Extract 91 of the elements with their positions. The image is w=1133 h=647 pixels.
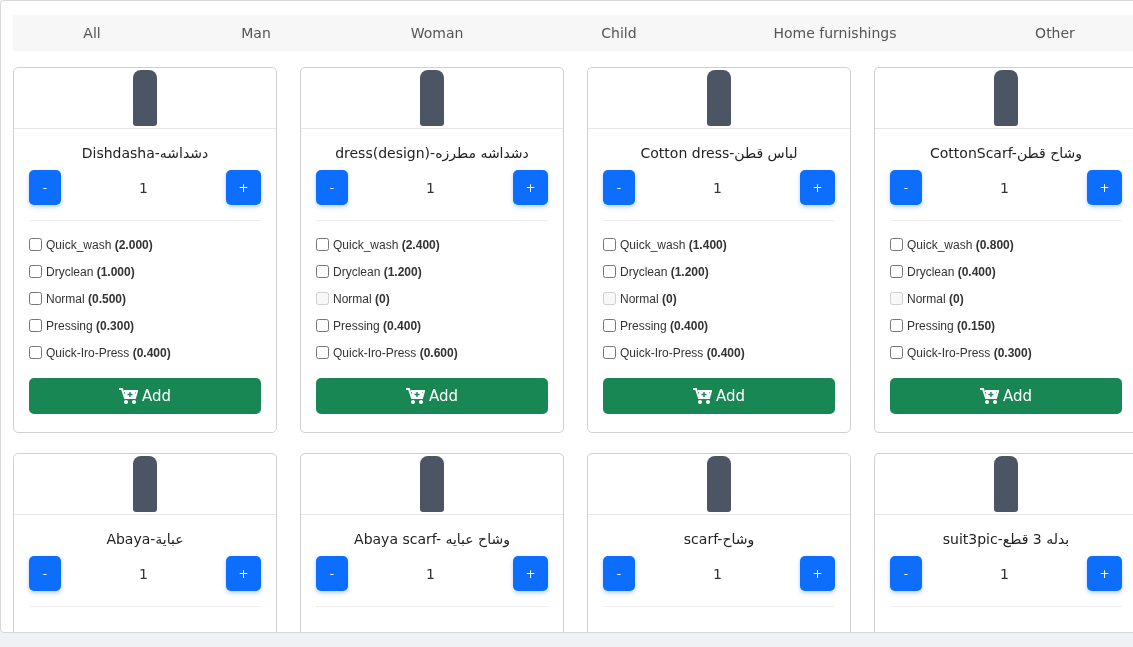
- increase-button[interactable]: +: [800, 556, 835, 591]
- cart-icon: [979, 387, 999, 405]
- decrease-button[interactable]: -: [890, 170, 922, 205]
- service-checkbox[interactable]: [603, 265, 616, 278]
- photo-placeholder: [420, 456, 444, 512]
- service-label: Dryclean (0.400): [907, 264, 996, 279]
- increase-button[interactable]: +: [513, 170, 548, 205]
- decrease-button[interactable]: -: [316, 556, 348, 591]
- cart-icon: [405, 387, 425, 405]
- service-label: Quick-Iro-Press (0.400): [46, 345, 171, 360]
- category-tab[interactable]: Man: [171, 25, 341, 41]
- service-label: Pressing (0.400): [333, 318, 422, 333]
- quantity-value: 1: [1000, 565, 1009, 582]
- product-title: suit3pic-بدله 3 قطع: [941, 531, 1071, 550]
- category-tab[interactable]: Child: [533, 25, 705, 41]
- quantity-value: 1: [1000, 179, 1009, 196]
- product-title: Cotton dress-لباس قطن: [639, 145, 799, 164]
- increase-button[interactable]: +: [513, 556, 548, 591]
- add-button[interactable]: Add: [603, 378, 835, 414]
- quantity-value: 1: [139, 179, 148, 196]
- service-label: Pressing (0.400): [620, 318, 709, 333]
- service-label: Quick-Iro-Press (0.400): [620, 345, 745, 360]
- decrease-button[interactable]: -: [890, 556, 922, 591]
- service-checkbox[interactable]: [890, 265, 903, 278]
- photo-placeholder: [133, 70, 157, 126]
- service-label: Normal (0): [620, 291, 677, 306]
- service-checkbox[interactable]: [29, 346, 42, 359]
- service-label: Dryclean (1.200): [333, 264, 422, 279]
- product-title: Abaya-عباية: [105, 531, 185, 549]
- product-title: CottonScarf-وشاح قطن: [929, 145, 1083, 164]
- photo-placeholder: [707, 456, 731, 512]
- service-label: Pressing (0.150): [907, 318, 996, 333]
- category-tab[interactable]: All: [13, 25, 171, 41]
- photo-placeholder: [994, 70, 1018, 126]
- product-title: dress(design)-دشداشه مطرزه: [334, 145, 530, 164]
- service-label: Quick_wash (0.800): [907, 237, 1014, 252]
- service-label: Dryclean (1.200): [620, 264, 709, 279]
- service-checkbox[interactable]: [890, 346, 903, 359]
- category-tab[interactable]: Home furnishings: [705, 25, 965, 41]
- product-title: Abaya scarf- وشاح عبايه: [353, 531, 511, 550]
- add-button[interactable]: Add: [316, 378, 548, 414]
- service-label: Normal (0): [907, 291, 964, 306]
- increase-button[interactable]: +: [1087, 170, 1122, 205]
- service-checkbox[interactable]: [603, 319, 616, 332]
- service-label: Normal (0): [333, 291, 390, 306]
- service-checkbox[interactable]: [890, 319, 903, 332]
- photo-placeholder: [133, 456, 157, 512]
- service-checkbox[interactable]: [890, 238, 903, 251]
- service-checkbox[interactable]: [603, 346, 616, 359]
- service-checkbox[interactable]: [316, 265, 329, 278]
- photo-placeholder: [994, 456, 1018, 512]
- cart-icon: [692, 387, 712, 405]
- add-button[interactable]: Add: [890, 378, 1122, 414]
- photo-placeholder: [707, 70, 731, 126]
- product-title: scarf-وشاح: [682, 531, 756, 550]
- service-checkbox[interactable]: [316, 346, 329, 359]
- decrease-button[interactable]: -: [603, 170, 635, 205]
- category-tab[interactable]: Woman: [341, 25, 533, 41]
- service-checkbox[interactable]: [316, 238, 329, 251]
- service-label: Normal (0.500): [46, 291, 127, 306]
- cart-icon: [118, 387, 138, 405]
- service-label: Dryclean (1.000): [46, 264, 135, 279]
- decrease-button[interactable]: -: [603, 556, 635, 591]
- quantity-value: 1: [713, 179, 722, 196]
- service-checkbox[interactable]: [29, 265, 42, 278]
- increase-button[interactable]: +: [1087, 556, 1122, 591]
- product-title: Dishdasha-دشداشه: [80, 145, 210, 163]
- increase-button[interactable]: +: [226, 556, 261, 591]
- service-checkbox[interactable]: [29, 292, 42, 305]
- add-button[interactable]: Add: [29, 378, 261, 414]
- decrease-button[interactable]: -: [29, 556, 61, 591]
- decrease-button[interactable]: -: [29, 170, 61, 205]
- service-label: Pressing (0.300): [46, 318, 135, 333]
- service-label: Quick_wash (2.000): [46, 237, 153, 252]
- quantity-value: 1: [713, 565, 722, 582]
- quantity-value: 1: [426, 565, 435, 582]
- increase-button[interactable]: +: [226, 170, 261, 205]
- increase-button[interactable]: +: [800, 170, 835, 205]
- service-label: Quick-Iro-Press (0.300): [907, 345, 1032, 360]
- quantity-value: 1: [139, 565, 148, 582]
- service-label: Quick_wash (1.400): [620, 237, 727, 252]
- photo-placeholder: [420, 70, 444, 126]
- service-label: Quick_wash (2.400): [333, 237, 440, 252]
- service-checkbox[interactable]: [29, 319, 42, 332]
- category-tab[interactable]: Other: [965, 25, 1133, 41]
- service-checkbox[interactable]: [29, 238, 42, 251]
- quantity-value: 1: [426, 179, 435, 196]
- service-checkbox[interactable]: [316, 319, 329, 332]
- service-checkbox[interactable]: [603, 238, 616, 251]
- decrease-button[interactable]: -: [316, 170, 348, 205]
- service-label: Quick-Iro-Press (0.600): [333, 345, 458, 360]
